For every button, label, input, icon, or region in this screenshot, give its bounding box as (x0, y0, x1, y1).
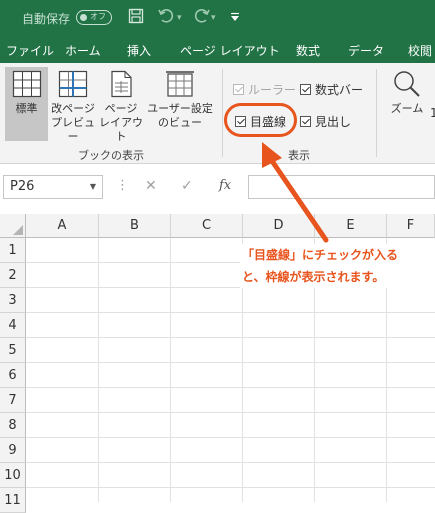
annotation-callout: 「目盛線」にチェックが入る と、枠線が表示されます。 (240, 244, 435, 288)
callout-line-1: 「目盛線」にチェックが入る (242, 248, 399, 262)
callout-line-2: と、枠線が表示されます。 (242, 270, 385, 284)
